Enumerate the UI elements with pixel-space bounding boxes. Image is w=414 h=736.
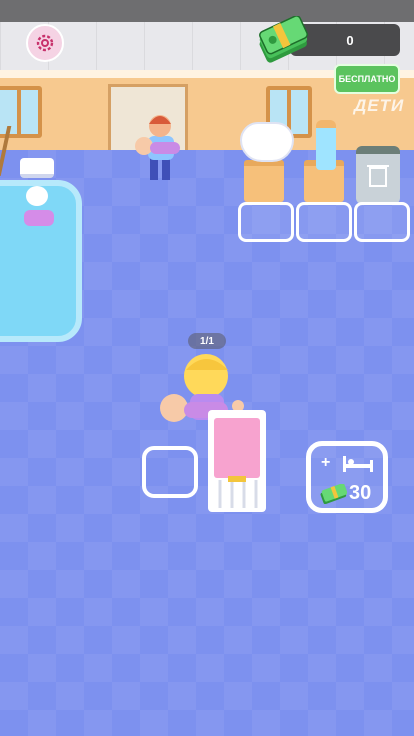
drop-slot-1[interactable] [238, 202, 294, 242]
speech-bubble-icon [26, 186, 48, 206]
top-strip [0, 0, 414, 22]
crib[interactable] [206, 400, 268, 514]
cash-icon [320, 484, 347, 504]
buy-plus-label: + [321, 454, 331, 471]
money-value: 0 [346, 32, 354, 48]
settings-button[interactable] [26, 24, 64, 62]
free-button[interactable]: БЕСПЛАТНО [334, 64, 400, 94]
drop-slot-3[interactable] [354, 202, 410, 242]
diaper-icon[interactable] [240, 122, 294, 162]
carry-counter-badge: 1/1 [188, 333, 226, 349]
bed-icon [343, 456, 373, 472]
crib-price: 30 [349, 482, 372, 504]
caretaker-npc [135, 115, 180, 180]
drop-slot-2[interactable] [296, 202, 352, 242]
buy-crib-tile[interactable]: + 30 [306, 441, 388, 513]
trash-bin-icon[interactable] [356, 146, 400, 204]
empty-crib-slot[interactable] [142, 446, 198, 498]
cash-stack-icon [259, 16, 308, 63]
baby-bottle-icon[interactable] [316, 120, 336, 170]
white-stool [20, 158, 54, 178]
toy-car [24, 210, 54, 226]
gear-icon [36, 34, 54, 52]
diaper-counter [244, 160, 284, 202]
kids-zone-label: ДЕТИ [354, 96, 405, 115]
